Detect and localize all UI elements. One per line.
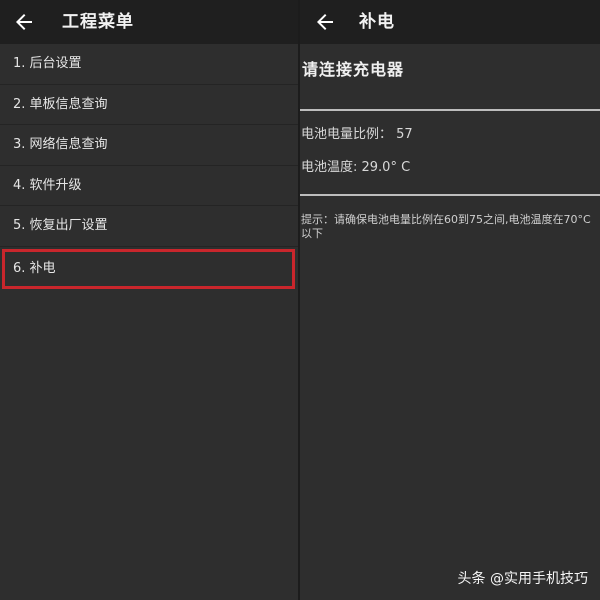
page-title: 工程菜单 [62, 12, 134, 32]
page-title: 补电 [359, 12, 395, 32]
connect-charger-heading: 请连接充电器 [302, 60, 405, 79]
menu-item-network-info-query[interactable]: 3. 网络信息查询 [0, 125, 298, 166]
arrow-left-icon[interactable] [313, 10, 337, 34]
battery-temperature-text: 电池温度: 29.0° C [301, 160, 411, 175]
divider-line [300, 109, 600, 111]
battery-level-text: 电池电量比例： 57 [301, 127, 413, 142]
engineering-menu-list: 1. 后台设置 2. 单板信息查询 3. 网络信息查询 4. 软件升级 5. 恢… [0, 44, 298, 289]
recharge-pane: 补电 请连接充电器 电池电量比例： 57 电池温度: 29.0° C 提示：请确… [300, 0, 600, 600]
hint-text: 提示：请确保电池电量比例在60到75之间,电池温度在70°C以下 [301, 213, 591, 240]
menu-item-board-info-query[interactable]: 2. 单板信息查询 [0, 85, 298, 125]
menu-item-factory-reset[interactable]: 5. 恢复出厂设置 [0, 206, 298, 247]
recharge-app-bar: 补电 [300, 0, 600, 44]
menu-item-software-upgrade[interactable]: 4. 软件升级 [0, 166, 298, 206]
menu-item-recharge[interactable]: 6. 补电 [2, 248, 295, 289]
arrow-left-icon[interactable] [12, 10, 36, 34]
engineering-menu-pane: 工程菜单 1. 后台设置 2. 单板信息查询 3. 网络信息查询 4. 软件升级… [0, 0, 298, 600]
menu-item-background-settings[interactable]: 1. 后台设置 [0, 44, 298, 85]
engineering-menu-app-bar: 工程菜单 [0, 0, 298, 44]
watermark: 头条 @实用手机技巧 [457, 571, 588, 587]
divider-line [300, 194, 600, 196]
